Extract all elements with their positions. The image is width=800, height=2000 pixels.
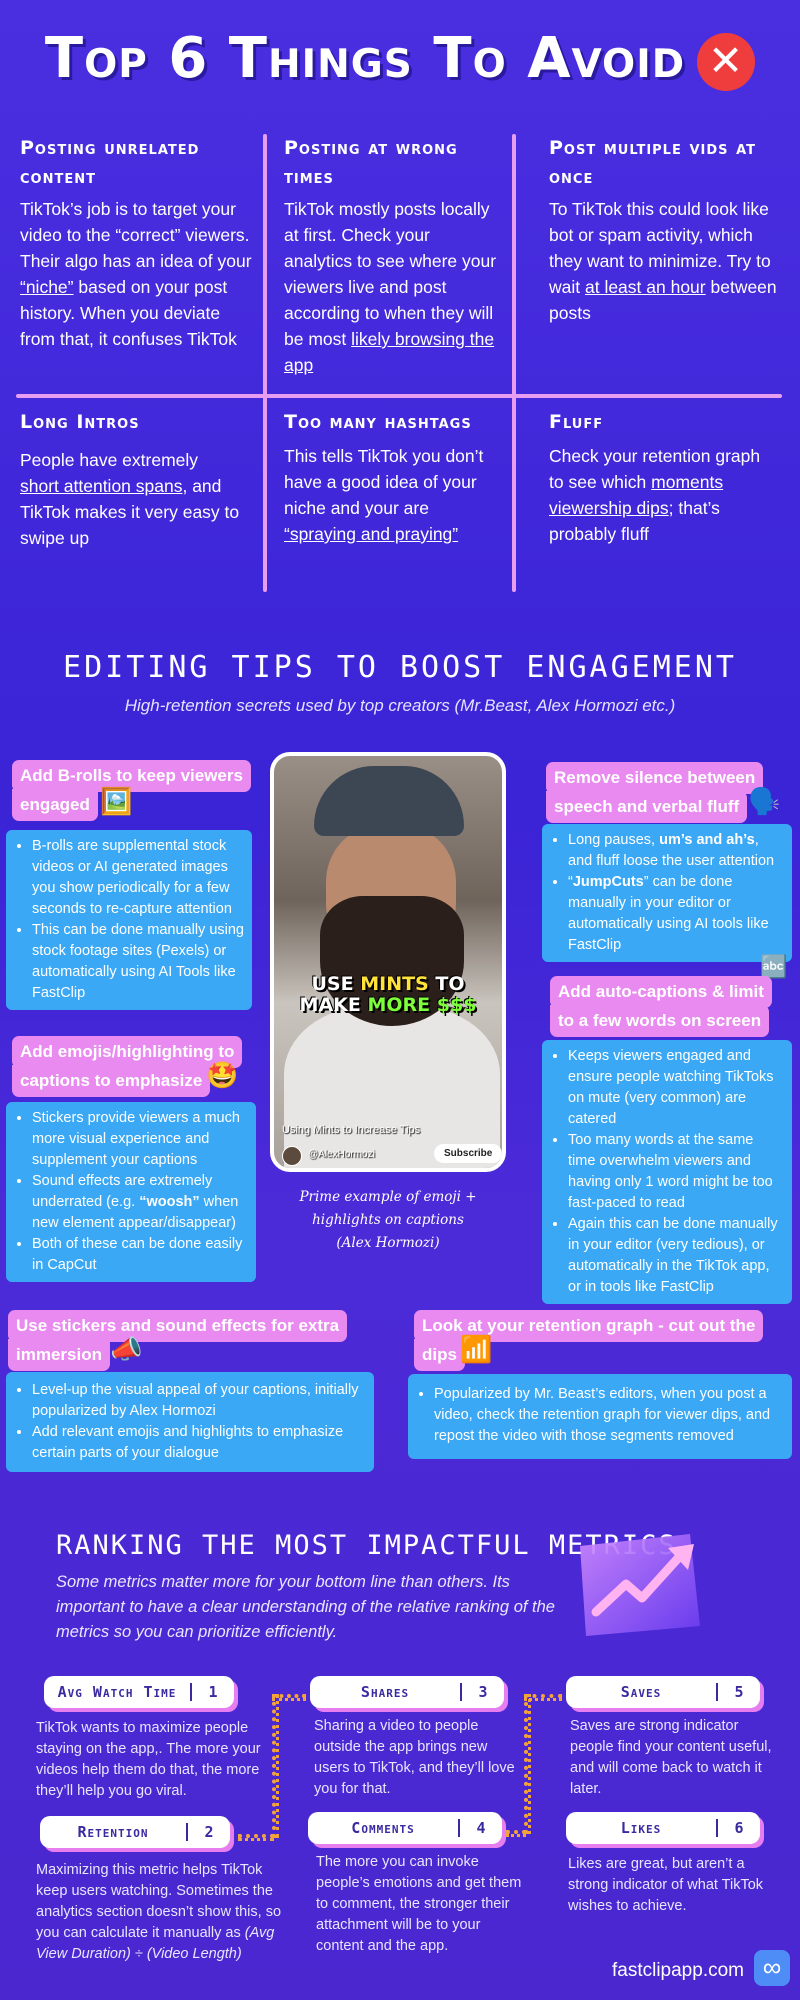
metric-description: The more you can invoke people’s emotion… <box>316 1854 522 1954</box>
connector <box>524 1694 531 1834</box>
connector <box>272 1694 279 1838</box>
avoid-card-title: Long Intros <box>20 411 140 433</box>
tip-bullet: Too many words at the same time overwhel… <box>568 1130 784 1214</box>
bar-chart-icon: 📶 <box>460 1334 493 1364</box>
tip-pill: speech and verbal fluff <box>546 791 748 823</box>
video-caption-overlay: USE MINTS TO MAKE MORE $$$ <box>299 973 477 1016</box>
avoid-card-title: Posting at wrong times <box>284 137 458 188</box>
tip-bullet: Again this can be done manually in your … <box>568 1214 784 1298</box>
tip-pill: Add auto-captions & limit <box>550 976 772 1008</box>
tip-pill: dips <box>414 1339 465 1371</box>
photos-icon: 🖼️ <box>100 786 133 816</box>
connector <box>506 1830 526 1837</box>
metric-description: TikTok wants to maximize people staying … <box>36 1720 261 1799</box>
avoid-card-title: Posting unrelated content <box>20 137 200 188</box>
tip-pill: Remove silence between <box>546 762 764 794</box>
section-description: Some metrics matter more for your bottom… <box>56 1573 555 1641</box>
connector <box>524 1694 562 1701</box>
metric-description: Maximizing this metric helps TikTok keep… <box>36 1862 282 1962</box>
avoid-card: Posting at wrong times TikTok mostly pos… <box>284 134 502 378</box>
avoid-card-title: Fluff <box>549 411 604 433</box>
section-title: EDITING TIPS TO BOOST ENGAGEMENT <box>63 650 737 685</box>
star-eyes-emoji-icon: 🤩 <box>206 1060 239 1090</box>
tip-bullet: Popularized by Mr. Beast’s editors, when… <box>434 1384 784 1447</box>
avoid-card: Too many hashtags This tells TikTok you … <box>284 408 502 547</box>
avoid-card-text: This tells TikTok you don’t have a good … <box>284 446 484 544</box>
tip-silence-header: Remove silence between speech and verbal… <box>546 762 764 823</box>
infinity-logo-icon: ∞ <box>754 1950 790 1986</box>
tip-silence-box: Long pauses, um’s and ah’s, and fluff lo… <box>542 824 792 962</box>
metric-badge-saves: Saves 5 <box>566 1676 760 1708</box>
metric-description: Sharing a video to people outside the ap… <box>314 1718 515 1797</box>
tip-pill: to a few words on screen <box>550 1005 770 1037</box>
tip-bullet: Sound effects are extremely underrated (… <box>32 1171 248 1234</box>
tip-broll-box: B-rolls are supplemental stock videos or… <box>6 830 252 1010</box>
metric-description: Saves are strong indicator people find y… <box>570 1718 772 1797</box>
avoid-card-text: People have extremely short attention sp… <box>20 450 240 548</box>
speaking-head-icon: 🗣️ <box>748 786 781 816</box>
avoid-card-text: To TikTok this could look like bot or sp… <box>549 199 777 323</box>
cap-icon <box>314 766 464 836</box>
megaphone-icon: 📣 <box>110 1334 143 1364</box>
grid-divider <box>263 134 267 592</box>
avoid-card: Posting unrelated content TikTok’s job i… <box>20 134 258 352</box>
subscribe-button[interactable]: Subscribe <box>434 1144 502 1163</box>
tip-bullet: Keeps viewers engaged and ensure people … <box>568 1046 784 1130</box>
avoid-card-text: TikTok mostly posts locally at first. Ch… <box>284 199 497 375</box>
tip-pill: immersion <box>8 1339 110 1371</box>
tip-bullet: This can be done manually using stock fo… <box>32 920 244 1004</box>
avoid-card-text: Check your retention graph to see which … <box>549 446 761 544</box>
page-title: Top 6 Things To Avoid ✕ <box>0 26 800 91</box>
avoid-card-text: TikTok’s job is to target your video to … <box>20 199 252 349</box>
connector <box>238 1834 274 1841</box>
avoid-card: Fluff Check your retention graph to see … <box>549 408 779 547</box>
growth-chart-icon <box>580 1534 700 1636</box>
avoid-card-title: Too many hashtags <box>284 411 472 433</box>
tip-bullet: Add relevant emojis and highlights to em… <box>32 1422 366 1464</box>
avoid-card: Long Intros People have extremely short … <box>20 408 240 551</box>
section-subtitle: High-retention secrets used by top creat… <box>124 696 676 715</box>
metric-badge-retention: Retention 2 <box>40 1816 230 1848</box>
tip-captions-box: Keeps viewers engaged and ensure people … <box>542 1040 792 1304</box>
tip-bullet: B-rolls are supplemental stock videos or… <box>32 836 244 920</box>
connector <box>272 1694 306 1701</box>
avoid-card-link: at least an hour <box>584 277 706 297</box>
avatar[interactable] <box>282 1146 302 1166</box>
tip-pill: captions to emphasize <box>12 1065 211 1097</box>
tip-bullet: Stickers provide viewers a much more vis… <box>32 1108 248 1171</box>
tip-pill: Use stickers and sound effects for extra <box>8 1310 348 1342</box>
metric-badge-comments: Comments 4 <box>308 1812 502 1844</box>
grid-divider <box>16 394 782 398</box>
metric-badge-likes: Likes 6 <box>566 1812 760 1844</box>
metric-description: Likes are great, but aren’t a strong ind… <box>568 1856 764 1914</box>
tip-bullet: Long pauses, um’s and ah’s, and fluff lo… <box>568 830 784 872</box>
tip-stickers-box: Level-up the visual appeal of your capti… <box>6 1372 374 1472</box>
tip-captions-header: Add auto-captions & limit to a few words… <box>550 976 772 1037</box>
avoid-card: Post multiple vids at once To TikTok thi… <box>549 134 779 326</box>
tip-emoji-box: Stickers provide viewers a much more vis… <box>6 1102 256 1282</box>
tip-bullet: “JumpCuts” can be done manually in your … <box>568 872 784 956</box>
metric-badge-avg-watch-time: Avg Watch Time 1 <box>44 1676 234 1708</box>
tip-bullet: Level-up the visual appeal of your capti… <box>32 1380 366 1422</box>
tip-pill: engaged <box>12 789 98 821</box>
metric-badge-shares: Shares 3 <box>310 1676 504 1708</box>
channel-handle[interactable]: @AlexHormozi <box>308 1149 375 1160</box>
avoid-card-link: “spraying and praying” <box>284 524 459 544</box>
tip-retention-box: Popularized by Mr. Beast’s editors, when… <box>408 1374 792 1459</box>
close-circle-icon: ✕ <box>697 32 756 91</box>
phone-caption: Prime example of emoji + highlights on c… <box>299 1189 477 1251</box>
footer-link[interactable]: fastclipapp.com <box>612 1960 744 1982</box>
avoid-card-title: Post multiple vids at once <box>549 137 757 188</box>
grid-divider <box>512 134 516 592</box>
avoid-card-link: “niche” <box>20 277 74 297</box>
tip-stickers-header: Use stickers and sound effects for extra… <box>8 1310 348 1371</box>
avoid-card-link: short attention spans <box>20 476 183 496</box>
video-title: Using Mints to Increase Tips <box>282 1124 421 1136</box>
example-video-thumbnail: USE MINTS TO MAKE MORE $$$ Using Mints t… <box>270 752 506 1172</box>
tip-bullet: Both of these can be done easily in CapC… <box>32 1234 248 1276</box>
